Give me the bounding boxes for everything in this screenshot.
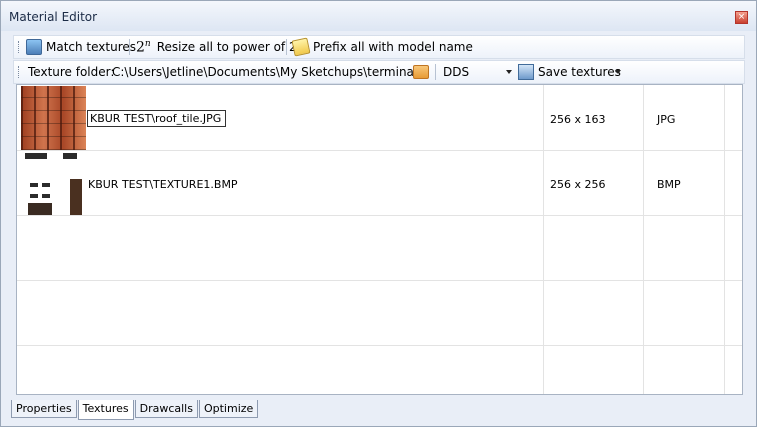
- power-of-two-icon: 2n: [136, 39, 151, 56]
- texture-name-value: KBUR TEST\roof_tile.JPG: [90, 112, 222, 125]
- roof-tile-thumbnail: [21, 86, 86, 150]
- folder-toolbar: Texture folder: C:\Users\Jetline\Documen…: [13, 60, 745, 84]
- row-divider: [17, 150, 742, 151]
- tab-properties[interactable]: Properties: [11, 400, 77, 418]
- format-dropdown-icon[interactable]: [506, 70, 512, 74]
- match-textures-icon: [26, 39, 42, 55]
- power-exponent: n: [144, 38, 151, 49]
- format-select[interactable]: DDS: [443, 65, 469, 79]
- save-textures-dropdown-icon[interactable]: [615, 70, 621, 74]
- save-textures-label: Save textures: [538, 65, 621, 79]
- toolbar-separator: [129, 39, 130, 55]
- texture-name-input[interactable]: KBUR TEST\roof_tile.JPG: [87, 110, 226, 127]
- close-icon[interactable]: ×: [735, 11, 748, 24]
- texture-format: JPG: [657, 113, 676, 126]
- prefix-tag-icon: [291, 37, 311, 57]
- column-divider: [643, 85, 644, 394]
- editor-tabs: Properties Textures Drawcalls Optimize: [11, 400, 259, 420]
- resize-power-label: Resize all to power of 2: [156, 40, 297, 54]
- texture-format: BMP: [657, 178, 681, 191]
- resize-power-button[interactable]: 2n Resize all to power of 2: [136, 39, 297, 56]
- texture-grid: KBUR TEST\roof_tile.JPG 256 x 163 JPG KB…: [16, 84, 743, 395]
- tab-textures[interactable]: Textures: [77, 400, 134, 420]
- toolbar-grip-icon[interactable]: [18, 41, 21, 53]
- save-textures-button[interactable]: Save textures: [518, 64, 621, 80]
- power-base: 2: [136, 39, 145, 56]
- texture-folder-label: Texture folder:: [28, 65, 115, 79]
- tab-drawcalls[interactable]: Drawcalls: [134, 400, 198, 418]
- prefix-model-label: Prefix all with model name: [313, 40, 473, 54]
- texture-name[interactable]: KBUR TEST\TEXTURE1.BMP: [88, 178, 238, 191]
- tab-optimize[interactable]: Optimize: [198, 400, 259, 418]
- window-title: Material Editor: [9, 10, 98, 24]
- building-texture-thumbnail: [21, 151, 86, 215]
- texture-size: 256 x 256: [550, 178, 606, 191]
- texture-size: 256 x 163: [550, 113, 606, 126]
- match-textures-label: Match textures: [46, 40, 137, 54]
- actions-toolbar: Match textures 2n Resize all to power of…: [13, 35, 745, 59]
- toolbar-grip-icon[interactable]: [18, 66, 21, 78]
- column-divider: [724, 85, 725, 394]
- row-divider: [17, 280, 742, 281]
- match-textures-button[interactable]: Match textures: [26, 39, 136, 55]
- row-divider: [17, 215, 742, 216]
- save-textures-icon: [518, 64, 534, 80]
- material-editor-window: Material Editor × Match textures 2n Resi…: [0, 0, 757, 427]
- row-divider: [17, 345, 742, 346]
- column-divider: [543, 85, 544, 394]
- browse-folder-icon[interactable]: [413, 65, 429, 79]
- title-bar: Material Editor ×: [1, 1, 756, 31]
- toolbar-separator: [286, 39, 287, 55]
- prefix-model-button[interactable]: Prefix all with model name: [291, 37, 473, 57]
- texture-folder-path: C:\Users\Jetline\Documents\My Sketchups\…: [112, 65, 418, 79]
- toolbar-separator: [435, 64, 436, 80]
